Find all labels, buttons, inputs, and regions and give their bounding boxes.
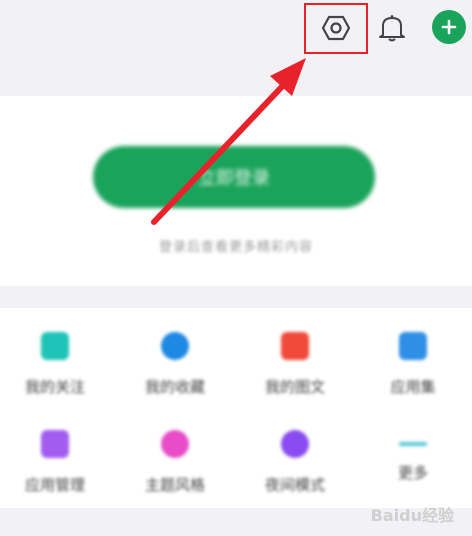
annotation-arrow-icon	[151, 58, 306, 225]
